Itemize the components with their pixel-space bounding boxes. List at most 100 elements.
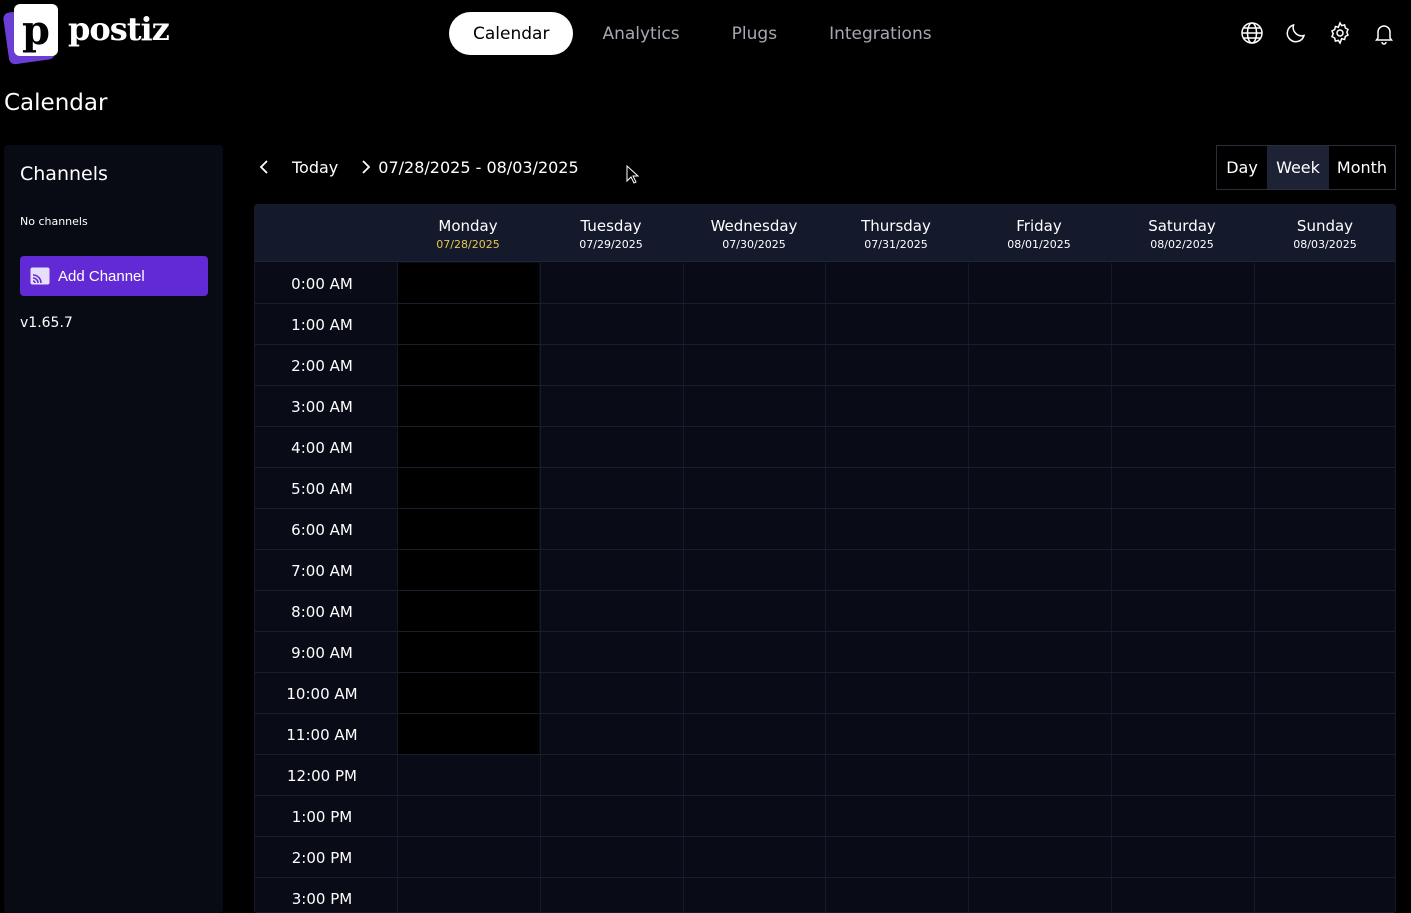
time-slot-cell[interactable] (397, 632, 539, 672)
time-slot-cell[interactable] (1111, 427, 1253, 467)
time-slot-cell[interactable] (683, 714, 825, 754)
time-slot-cell[interactable] (1254, 796, 1395, 836)
time-slot-cell[interactable] (1111, 878, 1253, 912)
time-slot-cell[interactable] (825, 345, 967, 385)
time-slot-cell[interactable] (1111, 837, 1253, 877)
time-slot-cell[interactable] (1254, 304, 1395, 344)
time-slot-cell[interactable] (968, 591, 1110, 631)
time-slot-cell[interactable] (540, 386, 682, 426)
time-slot-cell[interactable] (1111, 468, 1253, 508)
moon-icon[interactable] (1283, 20, 1309, 46)
time-slot-cell[interactable] (397, 837, 539, 877)
time-slot-cell[interactable] (397, 304, 539, 344)
time-slot-cell[interactable] (540, 632, 682, 672)
time-slot-cell[interactable] (397, 263, 539, 303)
time-slot-cell[interactable] (683, 427, 825, 467)
chevron-left-icon[interactable] (254, 157, 274, 177)
time-slot-cell[interactable] (1254, 509, 1395, 549)
time-slot-cell[interactable] (683, 673, 825, 713)
time-slot-cell[interactable] (397, 878, 539, 912)
time-slot-cell[interactable] (683, 386, 825, 426)
time-slot-cell[interactable] (968, 427, 1110, 467)
time-slot-cell[interactable] (825, 509, 967, 549)
nav-integrations[interactable]: Integrations (806, 12, 955, 55)
view-day-button[interactable]: Day (1217, 146, 1267, 189)
view-month-button[interactable]: Month (1329, 146, 1395, 189)
time-slot-cell[interactable] (968, 345, 1110, 385)
time-slot-cell[interactable] (397, 509, 539, 549)
time-slot-cell[interactable] (968, 755, 1110, 795)
time-slot-cell[interactable] (1254, 714, 1395, 754)
time-slot-cell[interactable] (683, 509, 825, 549)
time-slot-cell[interactable] (825, 591, 967, 631)
time-slot-cell[interactable] (825, 878, 967, 912)
time-slot-cell[interactable] (1111, 714, 1253, 754)
time-slot-cell[interactable] (1254, 837, 1395, 877)
time-slot-cell[interactable] (825, 386, 967, 426)
time-slot-cell[interactable] (540, 714, 682, 754)
time-slot-cell[interactable] (1254, 591, 1395, 631)
time-slot-cell[interactable] (968, 632, 1110, 672)
time-slot-cell[interactable] (968, 550, 1110, 590)
time-slot-cell[interactable] (683, 878, 825, 912)
time-slot-cell[interactable] (1111, 304, 1253, 344)
time-slot-cell[interactable] (968, 673, 1110, 713)
time-slot-cell[interactable] (968, 714, 1110, 754)
time-slot-cell[interactable] (540, 304, 682, 344)
time-slot-cell[interactable] (825, 468, 967, 508)
time-slot-cell[interactable] (540, 796, 682, 836)
time-slot-cell[interactable] (397, 550, 539, 590)
time-slot-cell[interactable] (397, 386, 539, 426)
time-slot-cell[interactable] (683, 796, 825, 836)
nav-analytics[interactable]: Analytics (579, 12, 702, 55)
time-slot-cell[interactable] (683, 304, 825, 344)
time-slot-cell[interactable] (1111, 386, 1253, 426)
time-slot-cell[interactable] (683, 591, 825, 631)
time-slot-cell[interactable] (968, 509, 1110, 549)
time-slot-cell[interactable] (968, 386, 1110, 426)
time-slot-cell[interactable] (1254, 632, 1395, 672)
time-slot-cell[interactable] (1111, 591, 1253, 631)
time-slot-cell[interactable] (683, 468, 825, 508)
view-week-button[interactable]: Week (1267, 146, 1329, 189)
time-slot-cell[interactable] (540, 427, 682, 467)
time-slot-cell[interactable] (1254, 468, 1395, 508)
time-slot-cell[interactable] (683, 263, 825, 303)
today-button[interactable]: Today (292, 158, 338, 177)
time-slot-cell[interactable] (683, 345, 825, 385)
time-slot-cell[interactable] (540, 591, 682, 631)
time-slot-cell[interactable] (1254, 386, 1395, 426)
postiz-logo[interactable]: p postiz (2, 2, 170, 65)
time-slot-cell[interactable] (968, 304, 1110, 344)
time-slot-cell[interactable] (540, 837, 682, 877)
time-slot-cell[interactable] (1254, 427, 1395, 467)
time-slot-cell[interactable] (968, 468, 1110, 508)
time-slot-cell[interactable] (1111, 796, 1253, 836)
time-slot-cell[interactable] (1254, 263, 1395, 303)
time-slot-cell[interactable] (1254, 878, 1395, 912)
time-slot-cell[interactable] (540, 878, 682, 912)
time-slot-cell[interactable] (825, 837, 967, 877)
time-slot-cell[interactable] (825, 263, 967, 303)
nav-calendar[interactable]: Calendar (449, 12, 574, 55)
time-slot-cell[interactable] (397, 673, 539, 713)
time-slot-cell[interactable] (1111, 673, 1253, 713)
time-slot-cell[interactable] (683, 632, 825, 672)
gear-icon[interactable] (1327, 20, 1353, 46)
time-slot-cell[interactable] (1111, 755, 1253, 795)
time-slot-cell[interactable] (1254, 550, 1395, 590)
time-slot-cell[interactable] (1254, 345, 1395, 385)
time-slot-cell[interactable] (683, 755, 825, 795)
add-channel-button[interactable]: Add Channel (20, 256, 208, 296)
globe-icon[interactable] (1239, 20, 1265, 46)
time-slot-cell[interactable] (825, 550, 967, 590)
time-slot-cell[interactable] (825, 796, 967, 836)
time-slot-cell[interactable] (825, 673, 967, 713)
time-slot-cell[interactable] (540, 345, 682, 385)
time-slot-cell[interactable] (540, 673, 682, 713)
time-slot-cell[interactable] (1111, 509, 1253, 549)
nav-plugs[interactable]: Plugs (709, 12, 800, 55)
time-slot-cell[interactable] (1111, 550, 1253, 590)
time-slot-cell[interactable] (968, 796, 1110, 836)
time-slot-cell[interactable] (683, 550, 825, 590)
